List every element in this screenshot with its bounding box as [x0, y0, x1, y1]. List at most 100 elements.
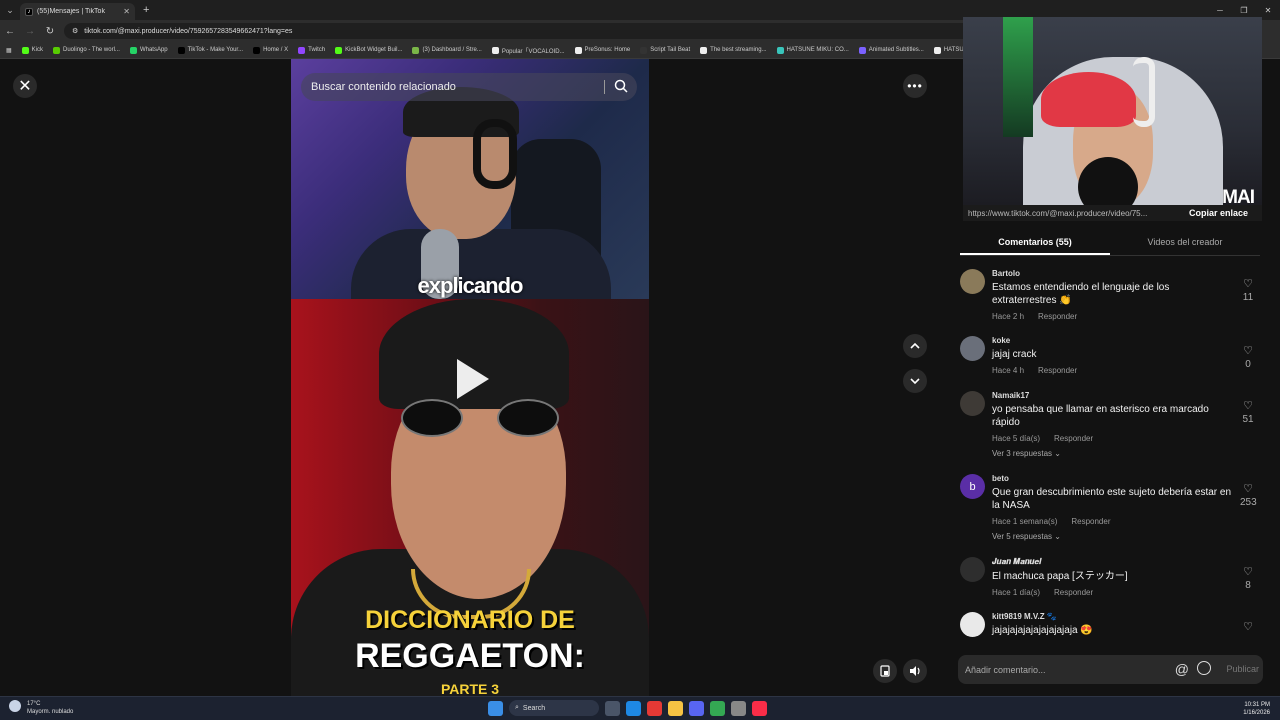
view-replies-button[interactable]: Ver 3 respuestas ⌄ — [992, 449, 1232, 458]
video-player[interactable]: explicando DICCIONARIO DE REGGAETON: PAR… — [291, 59, 649, 696]
browser-tab[interactable]: ♪ (55)Mensajes | TikTok ✕ — [20, 3, 135, 20]
bookmark-label: Kick — [31, 47, 44, 53]
mini-player-button[interactable] — [873, 659, 897, 683]
comment-user[interactable]: koke — [992, 336, 1232, 345]
reply-button[interactable]: Responder — [1038, 366, 1077, 375]
related-search-input[interactable]: Buscar contenido relacionado — [301, 73, 637, 101]
reload-icon[interactable]: ↻ — [44, 26, 56, 37]
forward-icon[interactable]: → — [24, 26, 36, 37]
like-button[interactable]: ♡ 0 — [1240, 344, 1256, 370]
taskbar-search[interactable]: ⌕ Search — [509, 700, 599, 716]
search-icon[interactable] — [614, 79, 628, 93]
comment-time: Hace 1 día(s) — [992, 588, 1041, 597]
search-divider — [604, 80, 605, 94]
bookmark-item[interactable]: WhatsApp — [129, 46, 168, 54]
bookmark-item[interactable]: Duolingo - The worl... — [53, 46, 120, 54]
music-icon[interactable] — [752, 700, 767, 716]
edge-icon[interactable] — [626, 700, 641, 716]
avatar[interactable] — [960, 391, 985, 416]
comment-body: beto Que gran descubrimiento este sujeto… — [992, 474, 1232, 541]
site-info-icon[interactable]: ⚙ — [72, 27, 78, 35]
tab-close-icon[interactable]: ✕ — [123, 7, 130, 16]
comment-user[interactable]: Namaik17 — [992, 391, 1232, 400]
chatgpt-icon[interactable] — [731, 700, 746, 716]
bookmark-item[interactable]: PreSonus: Home — [574, 46, 631, 54]
reply-button[interactable]: Responder — [1054, 434, 1093, 443]
system-clock[interactable]: 10:31 PM 1/16/2026 — [1243, 701, 1270, 717]
reply-button[interactable]: Responder — [1038, 312, 1077, 321]
opera-icon[interactable] — [647, 700, 662, 716]
volume-button[interactable] — [903, 659, 927, 683]
bookmark-item[interactable]: (3) Dashboard / Stre... — [412, 46, 482, 54]
avatar[interactable] — [960, 336, 985, 361]
tab-search-icon[interactable]: ⌄ — [0, 0, 20, 20]
weather-widget[interactable]: 17°C Mayorm. nublado — [9, 700, 73, 716]
like-count: 8 — [1245, 580, 1251, 591]
bookmark-item[interactable]: Popular「VOCALOID... — [491, 46, 565, 55]
avatar[interactable] — [960, 557, 985, 582]
more-options-button[interactable]: ••• — [903, 74, 927, 98]
bookmark-label: PreSonus: Home — [584, 47, 631, 53]
previous-video-button[interactable] — [903, 334, 927, 358]
bookmark-item[interactable]: Animated Subtitles... — [858, 46, 924, 54]
bookmark-label: WhatsApp — [139, 47, 168, 53]
view-replies-button[interactable]: Ver 5 respuestas ⌄ — [992, 532, 1232, 541]
mention-icon[interactable]: @ — [1175, 661, 1189, 677]
bookmark-item[interactable]: Kick — [21, 46, 44, 54]
like-button[interactable]: ♡ — [1240, 620, 1256, 635]
next-video-button[interactable] — [903, 369, 927, 393]
apps-icon[interactable]: ▦ — [6, 47, 12, 54]
copy-link-button[interactable]: Copiar enlace — [1189, 208, 1248, 218]
bookmark-item[interactable]: KickBot Widget Buil... — [335, 46, 402, 54]
discord-icon[interactable] — [689, 700, 704, 716]
bookmark-item[interactable]: HATSUNE MIKU: CO... — [776, 46, 849, 54]
file-explorer-icon[interactable] — [668, 700, 683, 716]
comment-text: yo pensaba que llamar en asterisco era m… — [992, 404, 1209, 428]
tree-shape — [1003, 17, 1033, 137]
bookmark-item[interactable]: Twitch — [298, 46, 325, 54]
comment-user[interactable]: Bartolo — [992, 269, 1232, 278]
avatar[interactable] — [960, 269, 985, 294]
comment-body: kitt9819 M.V.Z 🐾 jajajajajajajajajajaja … — [992, 612, 1232, 637]
bookmark-item[interactable]: Home / X — [253, 46, 288, 54]
like-button[interactable]: ♡ 253 — [1240, 482, 1257, 508]
comment-text: Estamos entendiendo el lenguaje de los e… — [992, 282, 1170, 306]
comment-meta: Hace 1 semana(s) Responder — [992, 517, 1232, 526]
comment-user[interactable]: beto — [992, 474, 1232, 483]
bookmark-label: TikTok - Make Your... — [187, 47, 244, 53]
mini-player-icon — [880, 665, 890, 677]
like-button[interactable]: ♡ 51 — [1240, 399, 1256, 425]
bookmark-item[interactable]: TikTok - Make Your... — [177, 46, 244, 54]
cloud-icon — [9, 700, 21, 712]
comment-item: kitt9819 M.V.Z 🐾 jajajajajajajajajajaja … — [960, 612, 1260, 642]
start-icon[interactable] — [488, 700, 503, 716]
bookmark-item[interactable]: Script Tail Beat — [640, 46, 690, 54]
search-placeholder: Buscar contenido relacionado — [311, 81, 456, 93]
new-tab-icon[interactable]: + — [143, 4, 149, 16]
heart-icon: ♡ — [1243, 278, 1253, 290]
bookmark-item[interactable]: The best streaming... — [700, 46, 767, 54]
windows-taskbar: 17°C Mayorm. nublado ⌕ Search 10:31 PM 1… — [0, 696, 1280, 720]
avatar[interactable] — [960, 612, 985, 637]
play-icon[interactable] — [457, 359, 489, 399]
heart-icon: ♡ — [1243, 483, 1253, 495]
emoji-icon[interactable] — [1197, 661, 1211, 675]
avatar[interactable]: b — [960, 474, 985, 499]
like-button[interactable]: ♡ 8 — [1240, 565, 1256, 591]
back-icon[interactable]: ← — [4, 26, 16, 37]
like-button[interactable]: ♡ 11 — [1240, 277, 1256, 303]
close-video-button[interactable]: ✕ — [13, 74, 37, 98]
tab-comments[interactable]: Comentarios (55) — [960, 231, 1110, 255]
publish-button[interactable]: Publicar — [1226, 664, 1259, 674]
url-field[interactable]: ⚙ tiktok.com/@maxi.producer/video/759265… — [64, 23, 1064, 39]
headphone-shape — [1133, 57, 1155, 127]
reply-button[interactable]: Responder — [1054, 588, 1093, 597]
chrome-icon[interactable] — [710, 700, 725, 716]
tab-creator-videos[interactable]: Videos del creador — [1110, 231, 1260, 255]
comment-user[interactable]: kitt9819 M.V.Z 🐾 — [992, 612, 1232, 621]
reply-button[interactable]: Responder — [1071, 517, 1110, 526]
comment-user[interactable]: 𝑱𝒖𝒂𝒏 𝑴𝒂𝒏𝒖𝒆𝒍 — [992, 557, 1232, 567]
task-view-icon[interactable] — [605, 700, 620, 716]
comment-input[interactable]: Añadir comentario... @ Publicar — [958, 655, 1263, 684]
bookmark-icon — [53, 46, 61, 54]
